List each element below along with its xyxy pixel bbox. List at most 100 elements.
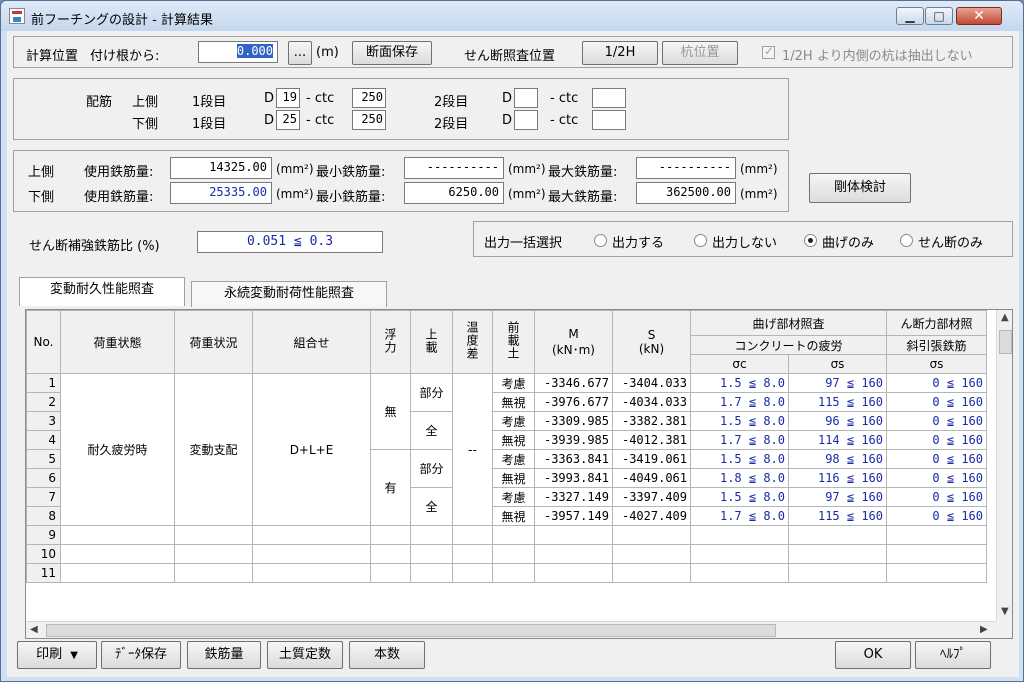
shear-position-label: せん断照査位置 bbox=[464, 49, 556, 64]
col-concrete-fatigue: コンクリートの疲労 bbox=[690, 335, 887, 355]
vertical-scroll-thumb[interactable] bbox=[999, 330, 1012, 354]
browse-button[interactable]: ... bbox=[288, 41, 312, 65]
title-bar[interactable]: 前フーチングの設計 - 計算結果 ▁ □ ✕ bbox=[1, 1, 1023, 31]
row-number-cell: 8 bbox=[26, 506, 61, 526]
empty-cell bbox=[410, 563, 453, 583]
maximize-button[interactable]: □ bbox=[925, 7, 953, 25]
lower-ctc2-input[interactable] bbox=[592, 110, 626, 130]
upper-max-input[interactable]: ---------- bbox=[636, 157, 736, 179]
horizontal-scrollbar[interactable]: ◀ ▶ bbox=[26, 621, 996, 638]
position-value: 0.000 bbox=[236, 44, 273, 58]
scroll-left-icon[interactable]: ◀ bbox=[30, 624, 38, 635]
position-input[interactable]: 0.000 bbox=[198, 41, 278, 63]
moment-cell: -3309.985 bbox=[534, 411, 613, 431]
rigid-check-button[interactable]: 剛体検討 bbox=[809, 173, 911, 203]
front-soil-cell: 考慮 bbox=[492, 449, 535, 469]
results-grid[interactable]: No. 荷重状態 荷重状況 組合せ 浮力 上載 温度差 前載土 M (kN･m) … bbox=[25, 309, 1013, 639]
empty-cell bbox=[174, 563, 253, 583]
tab-variable-durability[interactable]: 変動耐久性能照査 bbox=[19, 277, 185, 306]
upper-ctc1-label: - ctc bbox=[306, 91, 335, 106]
close-button[interactable]: ✕ bbox=[956, 7, 1002, 25]
shear-cell: -3404.033 bbox=[612, 373, 691, 393]
help-button[interactable]: ﾍﾙﾌﾟ bbox=[915, 641, 991, 669]
col-buoyancy: 浮力 bbox=[370, 310, 411, 374]
lower-min-input[interactable]: 6250.00 bbox=[404, 182, 504, 204]
lower-ctc1-input[interactable]: 250 bbox=[352, 110, 386, 130]
upper-min-input[interactable]: ---------- bbox=[404, 157, 504, 179]
row-number-cell: 1 bbox=[26, 373, 61, 393]
vertical-scrollbar[interactable]: ▲ ▼ bbox=[996, 310, 1012, 621]
upper-max-label: 最大鉄筋量: bbox=[548, 165, 618, 180]
close-icon: ✕ bbox=[973, 8, 985, 24]
front-soil-cell: 無視 bbox=[492, 506, 535, 526]
lower-max-input[interactable]: 362500.00 bbox=[636, 182, 736, 204]
main-window: 前フーチングの設計 - 計算結果 ▁ □ ✕ 計算位置 付け根から: 0.000… bbox=[0, 0, 1024, 682]
empty-table-row[interactable]: 11 bbox=[26, 563, 987, 583]
sigma-s-cell: 98 ≦ 160 bbox=[788, 449, 887, 469]
empty-table-row[interactable]: 10 bbox=[26, 544, 987, 564]
lower-used-input[interactable]: 25335.00 bbox=[170, 182, 272, 204]
shear-cell: -4049.061 bbox=[612, 468, 691, 488]
col-sigma-s2: σs bbox=[886, 354, 987, 374]
grid-body: 1 耐久疲労時 変動支配 D+L+E 無部分 -- 考慮 -3346.677 -3404.033… bbox=[26, 373, 987, 583]
pile-position-button[interactable]: 杭位置 bbox=[662, 41, 738, 65]
steel-amount-panel: 上側 下側 使用鉄筋量: 使用鉄筋量: 14325.00 25335.00 (m… bbox=[13, 150, 789, 212]
upper-d1-prefix: D bbox=[264, 91, 275, 106]
count-button[interactable]: 本数 bbox=[349, 641, 425, 669]
upper-d2-prefix: D bbox=[502, 91, 513, 106]
horizontal-scroll-thumb[interactable] bbox=[46, 624, 776, 637]
upper-d2-input[interactable] bbox=[514, 88, 538, 108]
sigma-c-cell: 1.5 ≦ 8.0 bbox=[690, 487, 789, 507]
lower-max-unit: (mm²) bbox=[740, 187, 778, 201]
output-off-radio[interactable] bbox=[694, 234, 707, 247]
shear-only-radio[interactable] bbox=[900, 234, 913, 247]
scroll-corner bbox=[996, 621, 1012, 638]
upper-ctc2-input[interactable] bbox=[592, 88, 626, 108]
scroll-right-icon[interactable]: ▶ bbox=[980, 624, 988, 635]
col-no: No. bbox=[26, 310, 61, 374]
row-number-cell: 10 bbox=[26, 544, 61, 564]
table-row[interactable]: 1 耐久疲労時 変動支配 D+L+E 無部分 -- 考慮 -3346.677 -3404.033… bbox=[26, 373, 987, 526]
tab-permanent-load[interactable]: 永続変動耐荷性能照査 bbox=[191, 281, 387, 307]
col-m-unit: (kN･m) bbox=[552, 342, 595, 357]
ok-button[interactable]: OK bbox=[835, 641, 911, 669]
rebar-label: 配筋 bbox=[86, 95, 113, 110]
upper-min-unit: (mm²) bbox=[508, 162, 546, 176]
soil-constant-button[interactable]: 土質定数 bbox=[267, 641, 343, 669]
row-number-cell: 6 bbox=[26, 468, 61, 488]
empty-cell bbox=[452, 525, 493, 545]
print-button[interactable]: 印刷 ▼ bbox=[17, 641, 97, 669]
save-data-button[interactable]: ﾃﾞｰﾀ保存 bbox=[101, 641, 181, 669]
empty-table-row[interactable]: 9 bbox=[26, 525, 987, 545]
save-section-button[interactable]: 断面保存 bbox=[352, 41, 432, 65]
moment-cell: -3976.677 bbox=[534, 392, 613, 412]
upper-d1-input[interactable]: 19 bbox=[276, 88, 300, 108]
maximize-icon: □ bbox=[933, 9, 945, 23]
scroll-up-icon[interactable]: ▲ bbox=[1001, 312, 1009, 323]
empty-cell bbox=[410, 544, 453, 564]
sigma-c-cell: 1.7 ≦ 8.0 bbox=[690, 506, 789, 526]
shear-cell: -4034.033 bbox=[612, 392, 691, 412]
empty-cell bbox=[492, 544, 535, 564]
row-number-cell: 4 bbox=[26, 430, 61, 450]
calc-position-panel: 計算位置 付け根から: 0.000 ... (m) 断面保存 せん断照査位置 1… bbox=[13, 36, 1013, 68]
print-label: 印刷 bbox=[36, 647, 63, 662]
output-on-radio[interactable] bbox=[594, 234, 607, 247]
upper-ctc1-input[interactable]: 250 bbox=[352, 88, 386, 108]
upper-used-input[interactable]: 14325.00 bbox=[170, 157, 272, 179]
half-h-button[interactable]: 1/2H bbox=[582, 41, 658, 65]
scroll-down-icon[interactable]: ▼ bbox=[1001, 606, 1009, 617]
lower-d2-input[interactable] bbox=[514, 110, 538, 130]
rebar-amount-button[interactable]: 鉄筋量 bbox=[187, 641, 261, 669]
empty-cell bbox=[452, 563, 493, 583]
lower-d1-input[interactable]: 25 bbox=[276, 110, 300, 130]
upper-used-label: 使用鉄筋量: bbox=[84, 165, 154, 180]
bending-only-radio[interactable] bbox=[804, 234, 817, 247]
surcharge-cell: 全 bbox=[410, 487, 453, 526]
minimize-button[interactable]: ▁ bbox=[896, 7, 924, 25]
rebar-lower-label: 下側 bbox=[132, 117, 159, 132]
col-front-soil-label: 前載土 bbox=[506, 321, 520, 360]
upper-min-label: 最小鉄筋量: bbox=[316, 165, 386, 180]
empty-cell bbox=[534, 544, 613, 564]
exclude-pile-checkbox[interactable] bbox=[762, 44, 775, 59]
